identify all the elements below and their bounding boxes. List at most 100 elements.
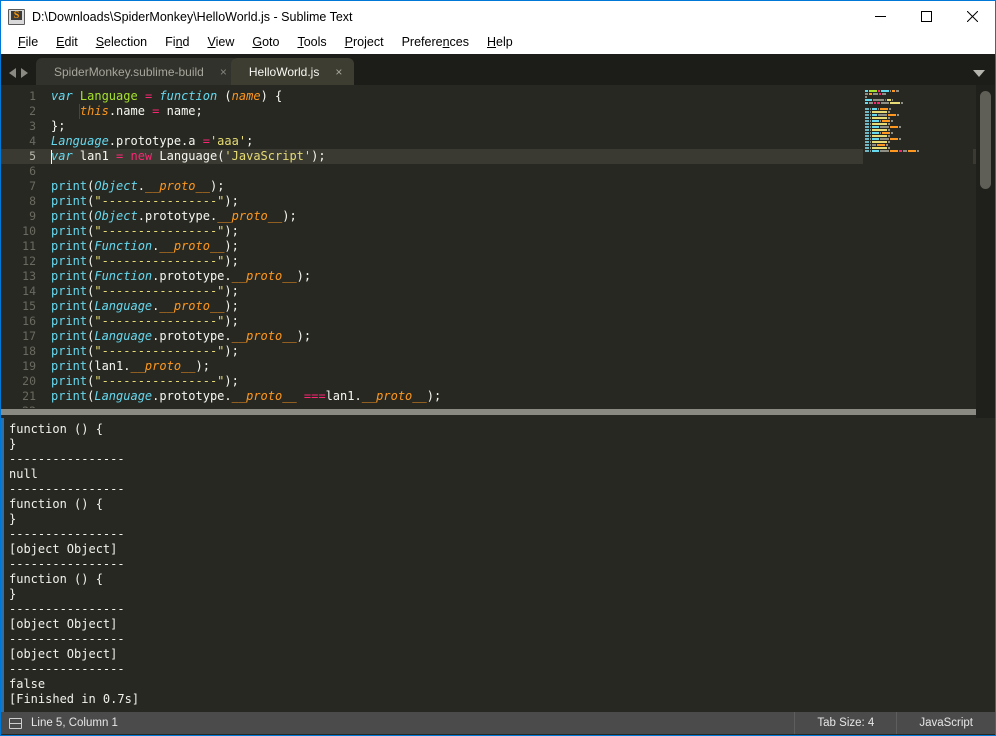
console-output-line: } — [9, 512, 17, 526]
code-token: === — [296, 389, 326, 403]
code-token: var — [51, 149, 80, 163]
minimap-token — [872, 138, 879, 140]
code-token: __proto__ — [361, 389, 427, 403]
code-line[interactable]: print(Function.__proto__); — [45, 239, 995, 254]
minimap-token — [872, 111, 887, 113]
code-line[interactable]: print("----------------"); — [45, 374, 995, 389]
menu-item-help[interactable]: Help — [478, 32, 522, 53]
minimap-token — [865, 93, 868, 95]
tab-helloworld-js[interactable]: HelloWorld.js × — [230, 58, 355, 85]
line-number: 20 — [22, 374, 36, 388]
minimap[interactable] — [863, 85, 973, 408]
line-number: 9 — [29, 209, 36, 223]
code-line[interactable]: print("----------------"); — [45, 314, 995, 329]
menu-item-edit[interactable]: Edit — [47, 32, 87, 53]
code-token: print — [51, 314, 88, 328]
editor-scrollbar-thumb[interactable] — [980, 91, 991, 189]
code-content[interactable]: var Language = function (name) { this.na… — [45, 85, 995, 408]
code-line[interactable] — [45, 164, 995, 179]
tab-scroll-arrows — [1, 68, 36, 85]
code-token: Function — [94, 239, 153, 253]
console-output-line: false — [9, 677, 46, 691]
line-number: 21 — [22, 389, 36, 403]
build-output-panel[interactable]: function () {} ---------------- null ------… — [1, 418, 995, 712]
code-editor[interactable]: 12345678910111213141516171819202122 var … — [1, 85, 995, 408]
code-line[interactable]: print(Language.prototype.__proto__); — [45, 329, 995, 344]
tab-size-setting[interactable]: Tab Size: 4 — [794, 712, 896, 734]
minimap-token — [865, 147, 869, 149]
code-line[interactable]: print(Object.__proto__); — [45, 179, 995, 194]
minimap-token — [879, 93, 881, 95]
code-token: "----------------" — [94, 344, 225, 358]
maximize-button[interactable] — [903, 1, 949, 32]
code-line[interactable]: }; — [45, 119, 995, 134]
code-line[interactable]: Language.prototype.a ='aaa'; — [45, 134, 995, 149]
scrollbar-corner — [976, 408, 995, 418]
tab-spidermonkey-sublime-build[interactable]: SpiderMonkey.sublime-build × — [36, 58, 239, 85]
code-token: print — [51, 194, 88, 208]
code-line[interactable]: print("----------------"); — [45, 224, 995, 239]
code-line[interactable]: this.name = name; — [45, 104, 995, 119]
minimize-button[interactable] — [857, 1, 903, 32]
chevron-down-icon[interactable] — [973, 70, 985, 77]
code-token: print — [51, 389, 88, 403]
minimap-token — [865, 132, 869, 134]
status-left-group: Line 5, Column 1 — [1, 717, 118, 729]
code-line[interactable]: print(Function.prototype.__proto__); — [45, 269, 995, 284]
syntax-selector[interactable]: JavaScript — [896, 712, 995, 734]
code-line[interactable]: print("----------------"); — [45, 344, 995, 359]
minimap-token — [901, 102, 903, 104]
panel-toggle-icon[interactable] — [9, 717, 22, 729]
cursor-position: Line 5, Column 1 — [31, 717, 118, 729]
close-button[interactable] — [949, 1, 995, 32]
code-line[interactable]: print("----------------"); — [45, 284, 995, 299]
menu-item-selection[interactable]: Selection — [87, 32, 156, 53]
panel-splitter[interactable] — [1, 408, 995, 418]
console-output-line: [object Object] — [9, 617, 118, 631]
minimap-token — [865, 99, 872, 101]
menu-item-tools[interactable]: Tools — [288, 32, 335, 53]
code-line[interactable]: print("----------------"); — [45, 254, 995, 269]
console-output-line: ---------------- — [9, 557, 125, 571]
minimap-token — [869, 93, 872, 95]
horizontal-scrollbar[interactable] — [1, 409, 976, 415]
menu-item-file[interactable]: File — [9, 32, 47, 53]
tab-close-icon[interactable]: × — [220, 66, 227, 78]
code-token: __proto__ — [130, 359, 196, 373]
menu-item-project[interactable]: Project — [336, 32, 393, 53]
arrow-left-icon[interactable] — [9, 68, 16, 78]
code-line[interactable]: print(Object.prototype.__proto__); — [45, 209, 995, 224]
minimap-token — [870, 129, 871, 131]
menu-item-view[interactable]: View — [198, 32, 243, 53]
code-line[interactable]: print("----------------"); — [45, 194, 995, 209]
code-line[interactable]: print(Language.__proto__); — [45, 299, 995, 314]
code-token: .prototype. — [152, 389, 232, 403]
minimap-token — [880, 132, 881, 134]
code-token: Language — [94, 329, 153, 343]
minimap-token — [873, 99, 884, 101]
code-line[interactable]: var lan1 = new Language('JavaScript'); — [45, 149, 995, 164]
code-line[interactable]: print(Language.prototype.__proto__ ===la… — [45, 389, 995, 404]
code-token: ); — [224, 284, 239, 298]
minimap-token — [888, 111, 890, 113]
menu-item-preferences[interactable]: Preferences — [393, 32, 478, 53]
minimap-token — [880, 120, 881, 122]
indent-guide — [79, 104, 80, 119]
tab-close-icon[interactable]: × — [335, 66, 342, 78]
minimap-token — [899, 138, 901, 140]
code-token: print — [51, 179, 88, 193]
minimap-token — [870, 147, 871, 149]
minimap-token — [899, 126, 901, 128]
code-token: ); — [224, 314, 239, 328]
minimap-token — [887, 99, 891, 101]
code-line[interactable]: print(lan1.__proto__); — [45, 359, 995, 374]
arrow-right-icon[interactable] — [21, 68, 28, 78]
code-token: ); — [224, 224, 239, 238]
minimap-token — [882, 93, 886, 95]
menu-item-find[interactable]: Find — [156, 32, 198, 53]
code-line[interactable]: var Language = function (name) { — [45, 89, 995, 104]
code-token: "----------------" — [94, 374, 225, 388]
code-token: = — [116, 149, 131, 163]
menu-item-goto[interactable]: Goto — [243, 32, 288, 53]
minimap-token — [865, 141, 869, 143]
